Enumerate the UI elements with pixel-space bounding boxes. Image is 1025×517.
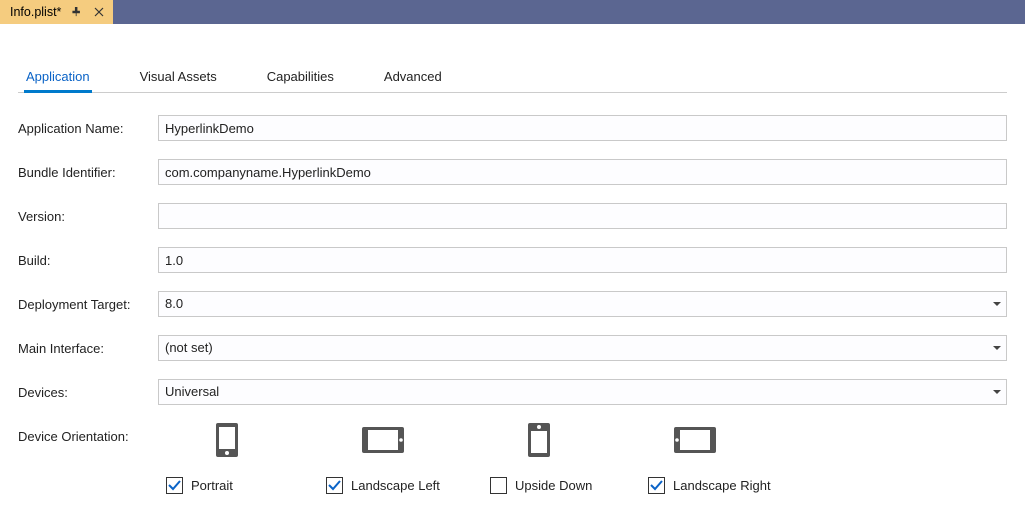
combo-deployment-target-value: 8.0 [158,291,1007,317]
title-bar: Info.plist* [0,0,1025,24]
orientation-icons [158,423,1007,457]
checkbox-upside-down[interactable]: Upside Down [490,477,648,494]
label-application-name: Application Name: [18,121,158,136]
orientation-checkboxes: Portrait Landscape Left Upside Down Land… [18,477,1007,494]
label-device-orientation: Device Orientation: [18,423,158,444]
checkbox-portrait[interactable]: Portrait [166,477,326,494]
checkbox-label: Upside Down [515,478,592,493]
label-devices: Devices: [18,385,158,400]
tab-advanced[interactable]: Advanced [382,65,444,93]
combo-devices-value: Universal [158,379,1007,405]
device-landscape-left-icon [362,423,404,457]
checkbox-label: Landscape Left [351,478,440,493]
input-build[interactable] [158,247,1007,273]
document-tab[interactable]: Info.plist* [0,0,113,24]
checkbox-box [166,477,183,494]
combo-main-interface-value: (not set) [158,335,1007,361]
checkbox-box [490,477,507,494]
label-deployment-target: Deployment Target: [18,297,158,312]
checkbox-landscape-right[interactable]: Landscape Right [648,477,818,494]
label-bundle-identifier: Bundle Identifier: [18,165,158,180]
pin-icon[interactable] [71,6,83,18]
combo-main-interface[interactable]: (not set) [158,335,1007,361]
label-build: Build: [18,253,158,268]
checkbox-label: Portrait [191,478,233,493]
document-tab-title: Info.plist* [10,5,61,19]
input-version[interactable] [158,203,1007,229]
device-landscape-right-icon [674,423,716,457]
tab-capabilities[interactable]: Capabilities [265,65,336,93]
combo-deployment-target[interactable]: 8.0 [158,291,1007,317]
section-tabs: Application Visual Assets Capabilities A… [18,64,1007,93]
editor-pane: Application Visual Assets Capabilities A… [0,24,1025,514]
label-version: Version: [18,209,158,224]
close-icon[interactable] [93,6,105,18]
checkbox-box [326,477,343,494]
checkbox-box [648,477,665,494]
input-bundle-identifier[interactable] [158,159,1007,185]
checkbox-label: Landscape Right [673,478,771,493]
tab-visual-assets[interactable]: Visual Assets [138,65,219,93]
checkbox-landscape-left[interactable]: Landscape Left [326,477,490,494]
tab-application[interactable]: Application [24,65,92,93]
label-main-interface: Main Interface: [18,341,158,356]
combo-devices[interactable]: Universal [158,379,1007,405]
device-upside-down-icon [524,423,554,457]
device-portrait-icon [212,423,242,457]
input-application-name[interactable] [158,115,1007,141]
